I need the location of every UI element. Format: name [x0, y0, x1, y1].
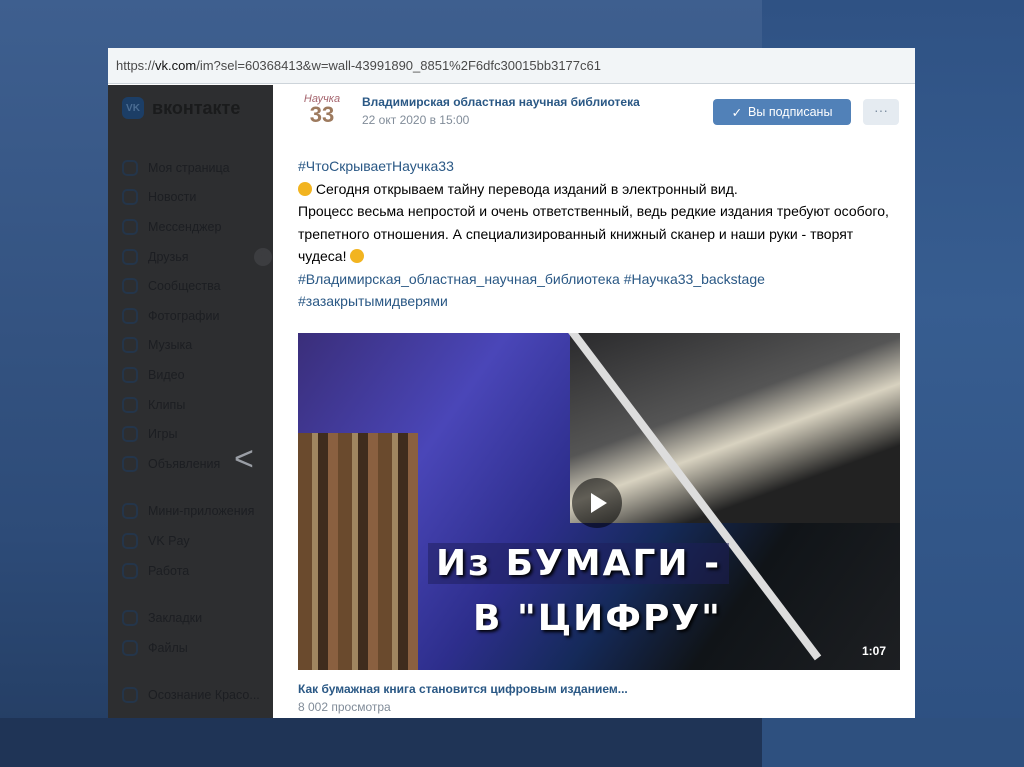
- group-avatar[interactable]: Научка 33: [301, 93, 343, 135]
- emoji-icon: [298, 181, 312, 196]
- sidebar-item-label: Видео: [148, 367, 185, 382]
- nav-icon: [122, 532, 138, 549]
- sidebar-item-label: Новости: [148, 190, 197, 205]
- sidebar-item[interactable]: Осознание Красо...: [122, 681, 272, 711]
- nav-icon: [122, 396, 138, 413]
- background-band-right: [762, 718, 1024, 767]
- sidebar-item[interactable]: Моя страница: [122, 153, 272, 183]
- video-views: 8 002 просмотра: [298, 700, 391, 714]
- sidebar-item-label: Музыка: [148, 338, 193, 353]
- sidebar-item[interactable]: Сообщества: [122, 271, 272, 301]
- sidebar-item[interactable]: Мессенджер: [122, 212, 272, 242]
- sidebar-nav: Моя страница Новости Мессенджер Друзья Сообщ…: [122, 153, 272, 710]
- play-button[interactable]: [572, 478, 622, 528]
- sidebar-item-label: Игры: [148, 427, 178, 442]
- sidebar-item-label: Файлы: [148, 640, 188, 655]
- hashtag-link[interactable]: #ЧтоСкрываетНаучка33: [298, 158, 454, 174]
- hashtag-link[interactable]: #Владимирская_областная_научная_библиоте…: [298, 271, 620, 287]
- post: Научка 33 Владимирская областная научная …: [273, 85, 915, 718]
- nav-icon: [122, 426, 138, 443]
- post-line: Процесс весьма непростой и очень ответст…: [298, 203, 889, 264]
- nav-icon: [122, 687, 138, 704]
- check-icon: ✓: [731, 105, 743, 120]
- post-date[interactable]: 22 окт 2020 в 15:00: [362, 113, 469, 127]
- sidebar-item[interactable]: Файлы: [122, 633, 272, 663]
- sidebar-item-label: Друзья: [148, 249, 189, 264]
- url-domain: vk.com: [155, 58, 197, 73]
- sidebar-item-label: Объявления: [148, 456, 221, 471]
- nav-icon: [122, 189, 138, 206]
- video-duration: 1:07: [861, 644, 886, 658]
- sidebar-item[interactable]: Фотографии: [122, 301, 272, 331]
- subscribed-label: Вы подписаны: [748, 105, 833, 119]
- sidebar-item[interactable]: Музыка: [122, 331, 272, 361]
- video-title[interactable]: Как бумажная книга становится цифровым и…: [298, 682, 628, 696]
- sidebar-item-label: Сообщества: [148, 279, 221, 294]
- sidebar-item-label: VK Pay: [148, 533, 190, 548]
- nav-icon: [122, 218, 138, 235]
- sidebar: VK вконтакте Моя страница Новости Мессендже…: [108, 85, 273, 718]
- nav-icon: [122, 278, 138, 295]
- avatar-number: 33: [309, 102, 335, 127]
- books-image: [298, 433, 418, 670]
- chevron-left-icon[interactable]: <: [234, 440, 254, 479]
- sidebar-item[interactable]: Закладки: [122, 603, 272, 633]
- video-overlay-text: В "ЦИФРУ": [473, 598, 722, 639]
- nav-icon: [122, 610, 138, 627]
- nav-icon: [122, 159, 138, 176]
- friends-badge: 1: [254, 248, 272, 266]
- nav-icon: [122, 503, 138, 520]
- sidebar-item-label: Моя страница: [148, 160, 230, 175]
- sidebar-item-label: Работа: [148, 563, 190, 578]
- hashtag-link[interactable]: #Научка33_backstage: [624, 271, 765, 287]
- sidebar-item-label: Закладки: [148, 611, 203, 626]
- nav-icon: [122, 455, 138, 472]
- nav-icon: [122, 639, 138, 656]
- video-player[interactable]: Из БУМАГИ - В "ЦИФРУ" 1:07: [298, 333, 900, 670]
- video-overlay-text: Из БУМАГИ -: [428, 543, 730, 584]
- sidebar-item-label: Осознание Красо...: [148, 688, 260, 703]
- nav-icon: [122, 366, 138, 383]
- sidebar-item-label: Мини-приложения: [148, 504, 255, 519]
- sidebar-item[interactable]: Новости: [122, 183, 272, 213]
- sidebar-item[interactable]: Друзья: [122, 242, 272, 272]
- smile-emoji-icon: [350, 249, 365, 263]
- nav-icon: [122, 337, 138, 354]
- sidebar-item[interactable]: Видео: [122, 360, 272, 390]
- url-prefix: https://: [116, 58, 156, 73]
- play-icon: [591, 493, 607, 513]
- more-button[interactable]: ···: [863, 99, 899, 125]
- sidebar-item[interactable]: VK Pay: [122, 526, 272, 556]
- hashtag-link[interactable]: #зазакрытымидверями: [298, 293, 448, 309]
- nav-icon: [122, 562, 138, 579]
- group-name[interactable]: Владимирская областная научная библиотек…: [362, 95, 640, 109]
- sidebar-item-label: Мессенджер: [148, 219, 222, 234]
- nav-gap: [122, 663, 272, 681]
- sidebar-item[interactable]: Клипы: [122, 390, 272, 420]
- post-text: #ЧтоСкрываетНаучка33 Сегодня открываем т…: [298, 155, 898, 313]
- address-bar[interactable]: https://vk.com/im?sel=60368413&w=wall-43…: [108, 48, 915, 84]
- screenshot: https://vk.com/im?sel=60368413&w=wall-43…: [108, 48, 915, 718]
- subscribed-button[interactable]: ✓ Вы подписаны: [713, 99, 851, 125]
- nav-gap: [122, 585, 272, 603]
- url-path: /im?sel=60368413&w=wall-43991890_8851%2F…: [196, 58, 601, 73]
- nav-icon: [122, 248, 138, 265]
- sidebar-item-label: Клипы: [148, 397, 186, 412]
- post-line: Сегодня открываем тайну перевода изданий…: [315, 180, 738, 197]
- nav-gap: [122, 479, 272, 497]
- nav-icon: [122, 307, 138, 324]
- sidebar-item[interactable]: Работа: [122, 556, 272, 586]
- vk-logo[interactable]: VK вконтакте: [122, 97, 240, 119]
- logo-text: вконтакте: [152, 97, 241, 118]
- sidebar-item-label: Фотографии: [148, 308, 220, 323]
- sidebar-item[interactable]: Мини-приложения: [122, 497, 272, 527]
- vk-icon: VK: [122, 97, 144, 119]
